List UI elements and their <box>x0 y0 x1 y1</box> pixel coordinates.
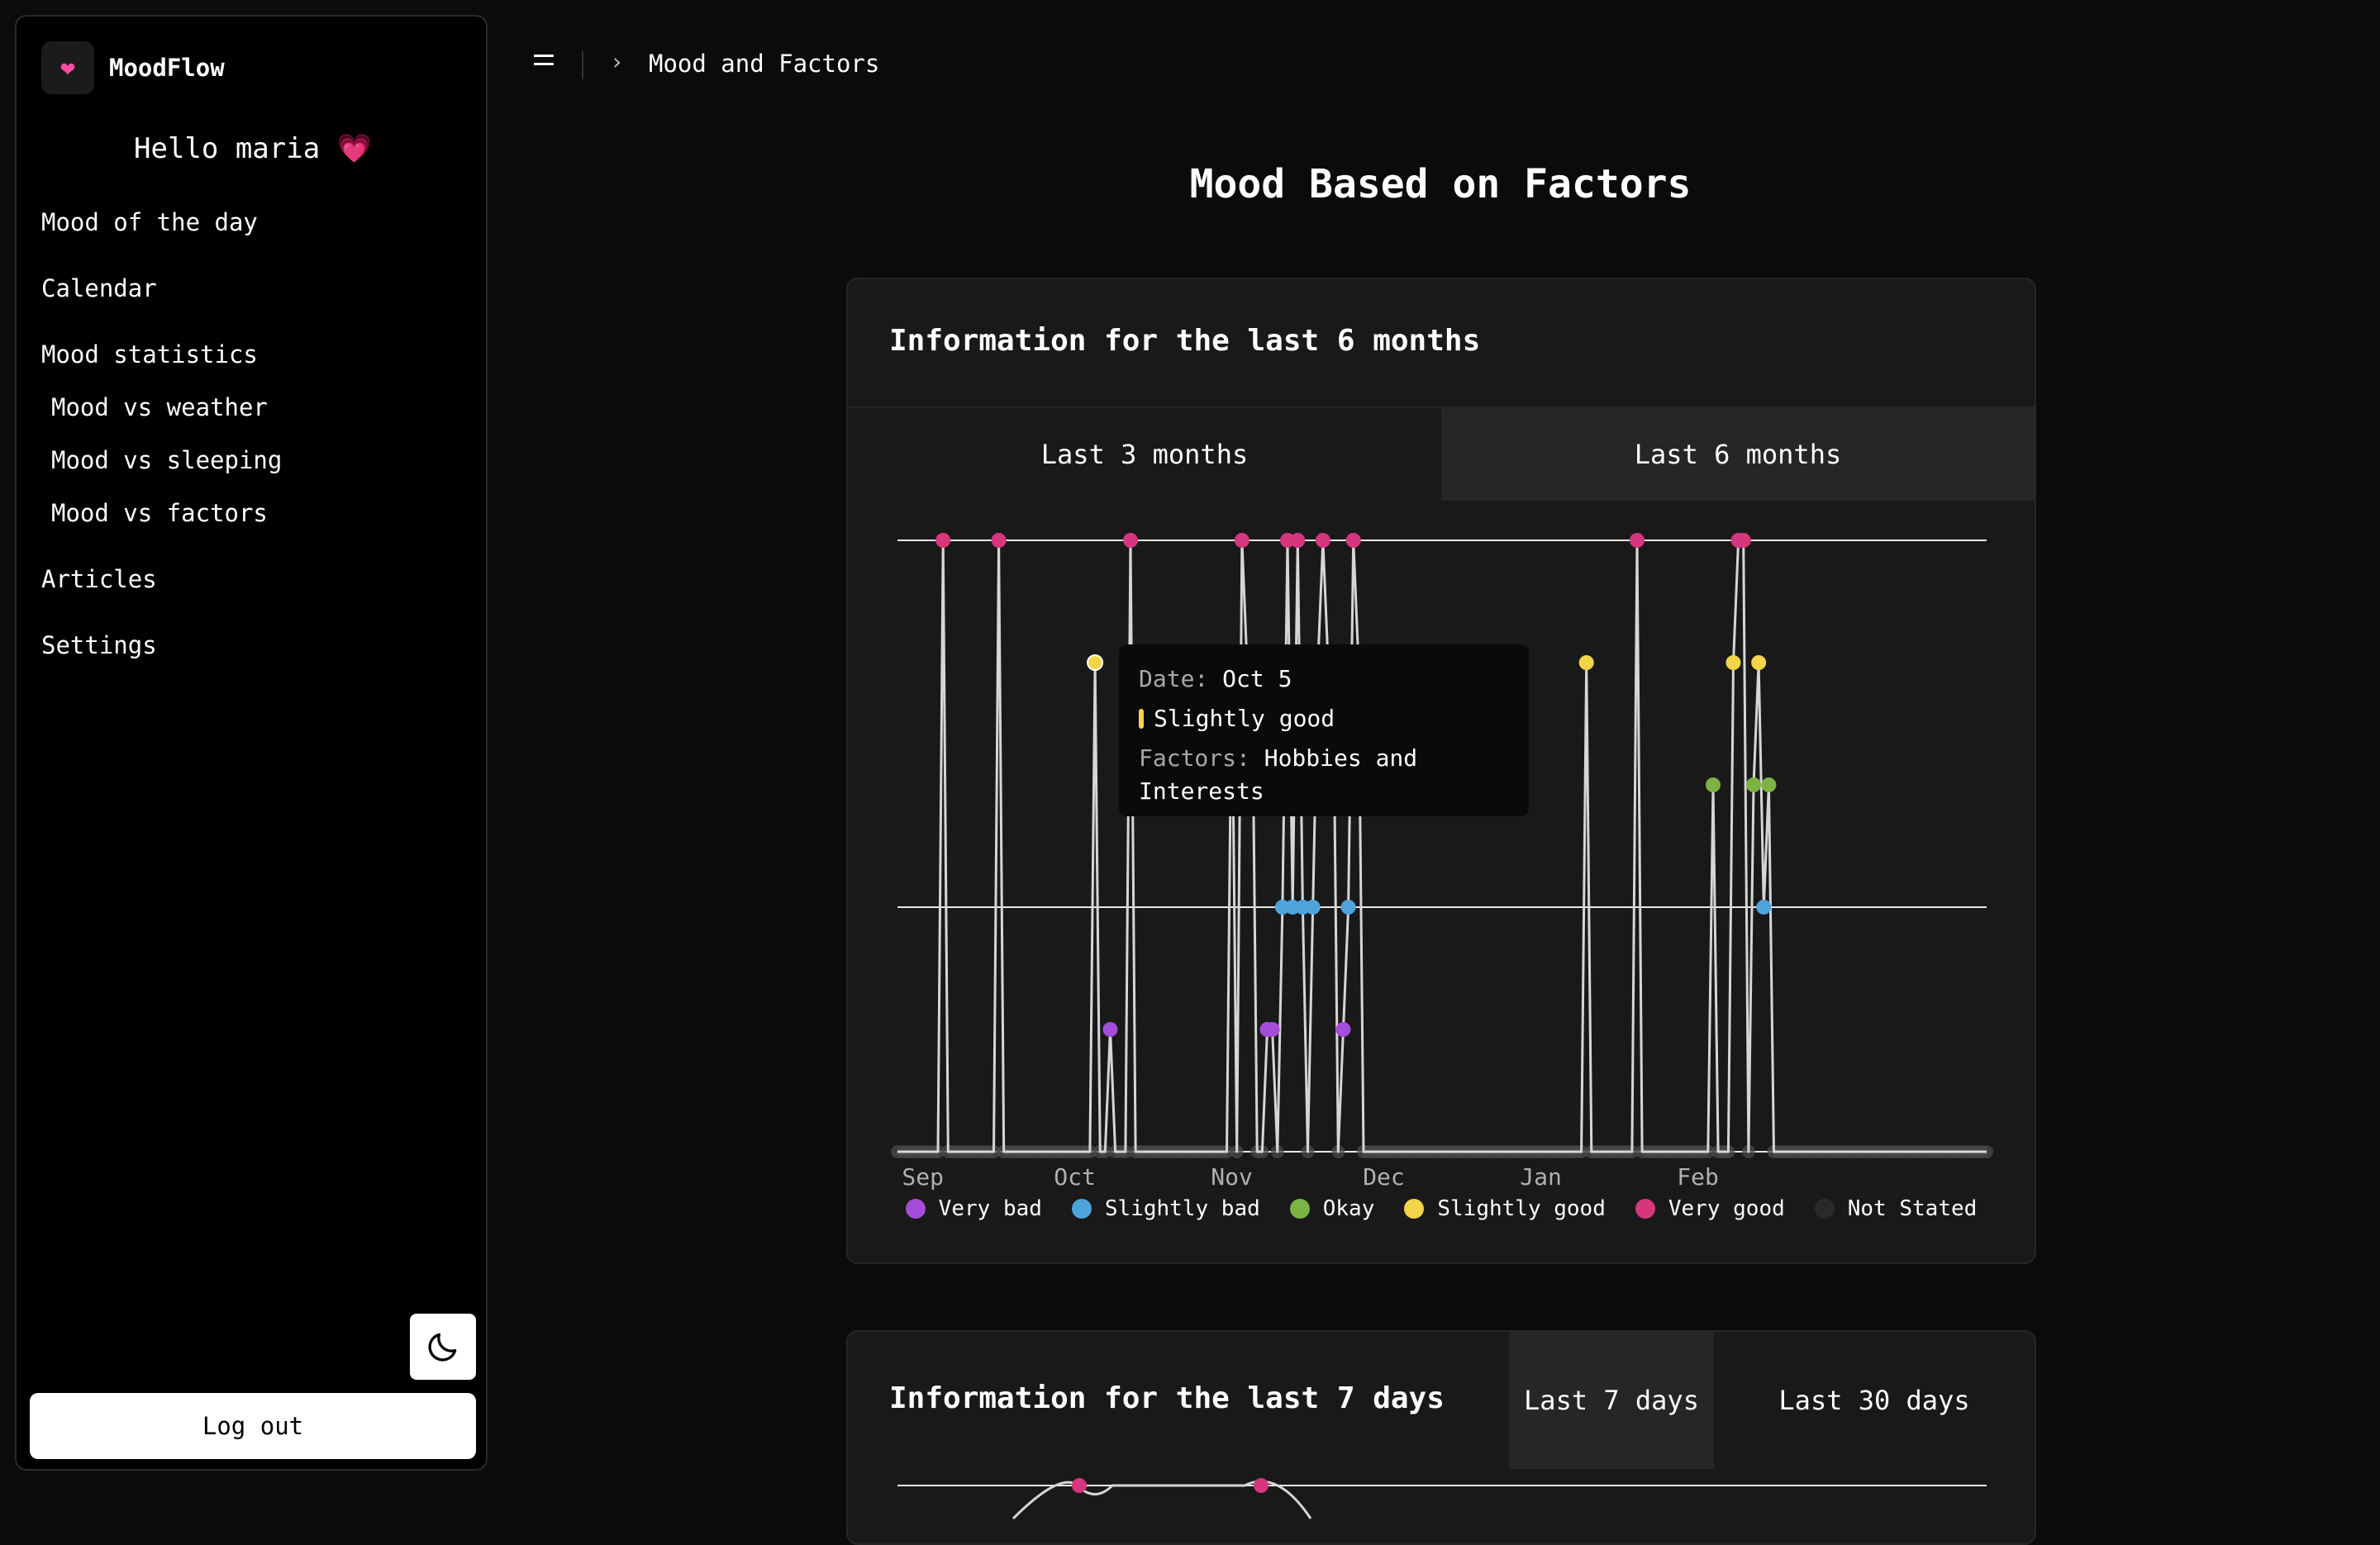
tooltip-factors-label: Factors: <box>1139 744 1250 772</box>
mood-point[interactable] <box>1751 655 1767 670</box>
breadcrumb: Mood and Factors <box>649 50 880 78</box>
mood-series-line <box>897 539 1987 1153</box>
mood-point[interactable] <box>1345 533 1361 548</box>
legend-label: Slightly bad <box>1104 1196 1260 1221</box>
legend-very-good[interactable]: Very good <box>1635 1196 1785 1221</box>
nav-calendar[interactable]: Calendar <box>41 274 157 302</box>
legend-label: Very good <box>1668 1196 1785 1221</box>
mood-point[interactable] <box>1087 654 1104 671</box>
card-title: Information for the last 6 months <box>889 324 1481 358</box>
mood-point[interactable] <box>1340 900 1356 915</box>
x-tick-label: Nov <box>1211 1163 1253 1191</box>
mood-point[interactable] <box>1756 900 1772 915</box>
range-tabs: Last 3 months Last 6 months <box>848 406 2035 501</box>
mood-point[interactable] <box>1578 655 1594 670</box>
nav-mood-of-the-day[interactable]: Mood of the day <box>41 208 258 236</box>
x-tick-label: Jan <box>1520 1163 1562 1191</box>
legend-label: Very bad <box>938 1196 1042 1221</box>
mood-line-chart: Sep Oct Nov Dec Jan Feb <box>891 533 1993 1191</box>
sparkling-heart-icon: ❤ <box>41 41 94 94</box>
legend-swatch <box>1404 1199 1425 1219</box>
mood-point[interactable] <box>1072 1478 1087 1493</box>
tooltip-mood: Slightly good <box>1154 705 1335 732</box>
brand[interactable]: ❤ MoodFlow <box>41 41 225 94</box>
mood-point[interactable] <box>1264 1022 1280 1037</box>
legend-swatch <box>1289 1199 1310 1219</box>
seven-day-card: Information for the last 7 days Last 7 d… <box>846 1330 2036 1545</box>
mood-point[interactable] <box>1315 533 1330 548</box>
mood-point[interactable] <box>1630 533 1645 548</box>
mood-point[interactable] <box>1761 777 1777 792</box>
legend-label: Okay <box>1322 1196 1375 1221</box>
x-tick-label: Feb <box>1677 1163 1719 1191</box>
legend-label: Slightly good <box>1437 1196 1606 1221</box>
mood-point[interactable] <box>1290 533 1306 548</box>
nav-settings[interactable]: Settings <box>41 631 157 659</box>
legend-label: Not Stated <box>1847 1196 1978 1221</box>
tab-last-7-days[interactable]: Last 7 days <box>1509 1332 1714 1469</box>
mood-point[interactable] <box>1102 1022 1118 1037</box>
tab-last-3-months[interactable]: Last 3 months <box>848 408 1441 501</box>
legend-not-stated[interactable]: Not Stated <box>1814 1196 1978 1221</box>
mood-point[interactable] <box>1305 900 1321 915</box>
nav-mood-vs-factors[interactable]: Mood vs factors <box>51 499 268 527</box>
theme-toggle-button[interactable] <box>410 1314 476 1380</box>
tab-last-6-months[interactable]: Last 6 months <box>1441 408 2035 501</box>
tooltip-date: Oct 5 <box>1222 665 1292 692</box>
card-title: Information for the last 7 days <box>889 1381 1445 1415</box>
legend-slightly-bad[interactable]: Slightly bad <box>1071 1196 1260 1221</box>
nav-mood-vs-sleeping[interactable]: Mood vs sleeping <box>51 446 282 474</box>
mood-point[interactable] <box>1335 1022 1351 1037</box>
range-tabs: Last 7 days Last 30 days <box>1509 1332 2035 1469</box>
mood-point[interactable] <box>1234 533 1250 548</box>
x-tick-label: Dec <box>1363 1163 1405 1191</box>
page-title: Mood Based on Factors <box>1189 161 1692 207</box>
legend-swatch <box>1635 1199 1655 1219</box>
seven-day-chart <box>897 1478 1987 1520</box>
moon-icon <box>428 1333 457 1362</box>
mood-point[interactable] <box>1254 1478 1269 1493</box>
logout-button[interactable]: Log out <box>30 1393 476 1459</box>
legend-okay[interactable]: Okay <box>1289 1196 1375 1221</box>
legend-swatch <box>1071 1199 1092 1219</box>
topbar-divider <box>582 51 583 79</box>
chart-legend: Very bad Slightly bad Okay Slightly good… <box>848 1196 2035 1221</box>
legend-swatch <box>1814 1199 1835 1219</box>
tooltip-date-label: Date: <box>1139 665 1209 692</box>
tab-last-30-days[interactable]: Last 30 days <box>1714 1332 2035 1469</box>
mood-point[interactable] <box>1122 533 1138 548</box>
mood-point[interactable] <box>1726 655 1741 670</box>
app-name: MoodFlow <box>109 54 225 82</box>
mood-point[interactable] <box>991 533 1007 548</box>
nav-articles[interactable]: Articles <box>41 565 157 593</box>
sidebar: ❤ MoodFlow Hello maria 💗 Mood of the day… <box>15 15 488 1471</box>
chevron-right-icon: › <box>610 48 624 75</box>
greeting: Hello maria 💗 <box>134 132 372 165</box>
x-tick-label: Oct <box>1054 1163 1096 1191</box>
mood-point[interactable] <box>1705 777 1721 792</box>
chart-tooltip: Date: Oct 5 Slightly good Factors: Hobbi… <box>1119 644 1529 816</box>
nav-mood-vs-weather[interactable]: Mood vs weather <box>51 393 268 421</box>
mood-point[interactable] <box>935 533 951 548</box>
x-tick-label: Sep <box>902 1163 944 1191</box>
nav-mood-statistics[interactable]: Mood statistics <box>41 340 258 368</box>
tooltip-mood-swatch <box>1139 709 1144 729</box>
legend-slightly-good[interactable]: Slightly good <box>1404 1196 1606 1221</box>
legend-very-bad[interactable]: Very bad <box>905 1196 1042 1221</box>
menu-icon[interactable] <box>534 55 554 71</box>
mood-point[interactable] <box>1746 777 1762 792</box>
mood-point[interactable] <box>1735 533 1751 548</box>
legend-swatch <box>905 1199 926 1219</box>
